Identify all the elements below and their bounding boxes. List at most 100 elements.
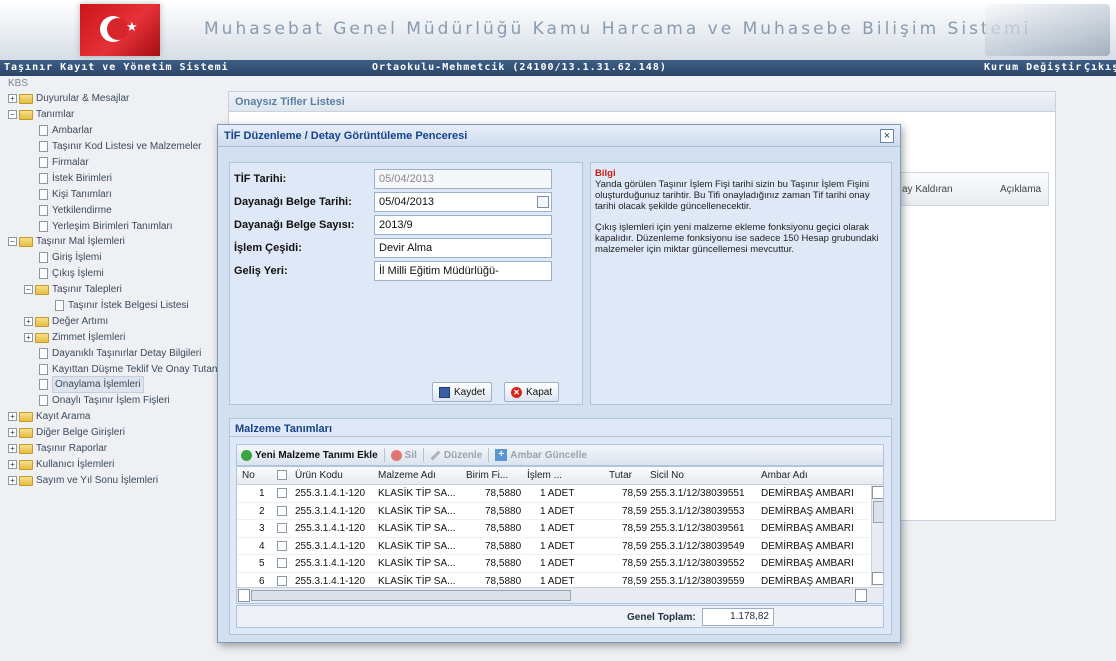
tree-item-kisi-tanimlari[interactable]: Kişi Tanımları bbox=[39, 187, 112, 202]
tree-item-onaylama[interactable]: Onaylama İşlemleri bbox=[39, 376, 144, 393]
scroll-up-icon[interactable] bbox=[872, 486, 883, 499]
row-checkbox[interactable] bbox=[277, 540, 287, 551]
table-row[interactable]: 4 255.3.1.4.1-120 KLASİK TİP SA... 78,5880 1… bbox=[237, 538, 870, 555]
scroll-right-icon[interactable] bbox=[855, 589, 867, 602]
col-header-price[interactable]: Birim Fi... bbox=[466, 470, 508, 481]
col-header-qty[interactable]: İşlem ... bbox=[527, 470, 562, 481]
expand-icon[interactable]: + bbox=[24, 333, 33, 342]
col-header-total[interactable]: Tutar bbox=[609, 470, 632, 481]
tree-item-yetkilendirme[interactable]: Yetkilendirme bbox=[39, 203, 112, 218]
tree-item-dayanikli[interactable]: Dayanıklı Taşınırlar Detay Bilgileri bbox=[39, 346, 201, 361]
scroll-thumb-horizontal[interactable] bbox=[251, 590, 571, 601]
navigation-tree: KBS + Duyurular & Mesajlar − Tanımlar Amba… bbox=[0, 76, 231, 661]
expand-icon[interactable]: + bbox=[8, 412, 17, 421]
close-button[interactable]: ✕ Kapat bbox=[504, 382, 560, 402]
table-row[interactable]: 2 255.3.1.4.1-120 KLASİK TİP SA... 78,5880 1… bbox=[237, 503, 870, 520]
cell-qty: 1 ADET bbox=[540, 575, 575, 587]
col-header-no[interactable]: No bbox=[242, 470, 255, 481]
col-header-description[interactable]: Açıklama bbox=[1000, 184, 1041, 195]
scroll-left-icon[interactable] bbox=[238, 589, 250, 602]
close-icon[interactable]: × bbox=[880, 129, 894, 143]
col-header-approver[interactable]: ay Kaldıran bbox=[902, 184, 953, 195]
logout-link[interactable]: Çıkış bbox=[1084, 62, 1116, 73]
info-panel: Bilgi Yanda görülen Taşınır İşlem Fişi t… bbox=[590, 162, 892, 405]
tree-item-raporlar[interactable]: + Taşınır Raporlar bbox=[8, 441, 107, 456]
document-number-field[interactable]: 2013/9 bbox=[374, 215, 552, 235]
tree-item-diger-belge[interactable]: + Diğer Belge Girişleri bbox=[8, 425, 125, 440]
cell-code: 255.3.1.4.1-120 bbox=[295, 488, 366, 499]
table-row[interactable]: 3 255.3.1.4.1-120 KLASİK TİP SA... 78,5880 1… bbox=[237, 520, 870, 538]
cell-store: DEMİRBAŞ AMBARI bbox=[761, 540, 854, 552]
tree-item-istek-belgesi[interactable]: Taşınır İstek Belgesi Listesi bbox=[55, 298, 189, 313]
folder-icon bbox=[19, 93, 33, 104]
cell-code: 255.3.1.4.1-120 bbox=[295, 575, 366, 587]
expand-icon[interactable]: + bbox=[24, 317, 33, 326]
select-all-checkbox[interactable] bbox=[277, 470, 287, 480]
document-icon bbox=[39, 395, 48, 406]
cell-sicil: 255.3.1/12/38039561 bbox=[650, 523, 745, 534]
tree-item-zimmet[interactable]: + Zimmet İşlemleri bbox=[24, 330, 125, 345]
origin-field[interactable]: İl Milli Eğitim Müdürlüğü- bbox=[374, 261, 552, 281]
col-header-store[interactable]: Ambar Adı bbox=[761, 470, 808, 481]
collapse-icon[interactable]: − bbox=[24, 285, 33, 294]
tree-item-kod-listesi[interactable]: Taşınır Kod Listesi ve Malzemeler bbox=[39, 139, 202, 154]
vertical-scrollbar[interactable] bbox=[871, 485, 883, 586]
tree-item-firmalar[interactable]: Firmalar bbox=[39, 155, 89, 170]
table-row[interactable]: 1 255.3.1.4.1-120 KLASİK TİP SA... 78,5880 1… bbox=[237, 485, 870, 503]
info-text-2: Çıkış işlemleri için yeni malzeme ekleme… bbox=[595, 222, 879, 255]
expand-icon[interactable]: + bbox=[8, 94, 17, 103]
totals-bar: Genel Toplam: 1.178,82 bbox=[236, 605, 884, 628]
collapse-icon[interactable]: − bbox=[8, 110, 17, 119]
scroll-thumb[interactable] bbox=[873, 501, 883, 523]
col-header-sicil[interactable]: Sicil No bbox=[650, 470, 684, 481]
save-button[interactable]: Kaydet bbox=[432, 382, 493, 402]
expand-icon[interactable]: + bbox=[8, 444, 17, 453]
document-icon bbox=[39, 205, 48, 216]
expand-icon[interactable]: + bbox=[8, 460, 17, 469]
tree-root[interactable]: KBS bbox=[8, 76, 28, 91]
tree-item-sayim[interactable]: + Sayım ve Yıl Sonu İşlemleri bbox=[8, 473, 158, 488]
tree-item-duyurular[interactable]: + Duyurular & Mesajlar bbox=[8, 91, 129, 106]
document-date-field[interactable]: 05/04/2013 bbox=[374, 192, 552, 212]
tree-item-kayittan-dusme[interactable]: Kayıttan Düşme Teklif Ve Onay Tutanağı bbox=[39, 362, 231, 377]
tree-item-ambarlar[interactable]: Ambarlar bbox=[39, 123, 93, 138]
cell-qty: 1 ADET bbox=[540, 540, 575, 552]
tree-item-giris[interactable]: Giriş İşlemi bbox=[39, 250, 101, 265]
tree-item-kullanici[interactable]: + Kullanıcı İşlemleri bbox=[8, 457, 114, 472]
document-icon bbox=[39, 268, 48, 279]
keyboard-image bbox=[985, 4, 1110, 56]
col-header-code[interactable]: Ürün Kodu bbox=[295, 470, 343, 481]
cell-store: DEMİRBAŞ AMBARI bbox=[761, 505, 854, 517]
expand-icon[interactable]: + bbox=[8, 428, 17, 437]
tif-date-field: 05/04/2013 bbox=[374, 169, 552, 189]
table-row[interactable]: 5 255.3.1.4.1-120 KLASİK TİP SA... 78,5880 1… bbox=[237, 555, 870, 573]
change-institution-link[interactable]: Kurum Değiştir bbox=[984, 62, 1082, 73]
add-material-button[interactable]: Yeni Malzeme Tanımı Ekle bbox=[241, 449, 378, 461]
col-header-name[interactable]: Malzeme Adı bbox=[378, 470, 436, 481]
collapse-icon[interactable]: − bbox=[8, 237, 17, 246]
edit-button[interactable]: Düzenle bbox=[430, 450, 482, 461]
dialog-title: TİF Düzenleme / Detay Görüntüleme Pencer… bbox=[218, 125, 900, 147]
transaction-type-field[interactable]: Devir Alma bbox=[374, 238, 552, 258]
folder-icon bbox=[35, 332, 49, 343]
update-store-button[interactable]: + Ambar Güncelle bbox=[495, 449, 587, 461]
expand-icon[interactable]: + bbox=[8, 476, 17, 485]
row-checkbox[interactable] bbox=[277, 488, 287, 498]
scroll-down-icon[interactable] bbox=[872, 572, 883, 585]
tree-item-tanimlar[interactable]: − Tanımlar bbox=[8, 107, 74, 122]
tree-item-tasinir-mal[interactable]: − Taşınır Mal İşlemleri bbox=[8, 234, 125, 249]
tree-item-onayli-fisler[interactable]: Onaylı Taşınır İşlem Fişleri bbox=[39, 393, 170, 408]
tree-item-cikis[interactable]: Çıkış İşlemi bbox=[39, 266, 104, 281]
horizontal-scrollbar[interactable] bbox=[237, 587, 883, 603]
row-checkbox[interactable] bbox=[277, 575, 287, 586]
tree-item-talepler[interactable]: − Taşınır Talepleri bbox=[24, 282, 122, 297]
tree-item-istek-birimleri[interactable]: İstek Birimleri bbox=[39, 171, 112, 186]
tree-item-kayit-arama[interactable]: + Kayıt Arama bbox=[8, 409, 90, 424]
delete-button[interactable]: Sil bbox=[390, 449, 417, 461]
calendar-icon[interactable] bbox=[537, 196, 549, 208]
row-checkbox[interactable] bbox=[277, 505, 287, 516]
tree-item-deger-artimi[interactable]: + Değer Artımı bbox=[24, 314, 108, 329]
tree-item-yerlesim[interactable]: Yerleşim Birimleri Tanımları bbox=[39, 219, 173, 234]
row-checkbox[interactable] bbox=[277, 558, 287, 568]
row-checkbox[interactable] bbox=[277, 523, 287, 533]
